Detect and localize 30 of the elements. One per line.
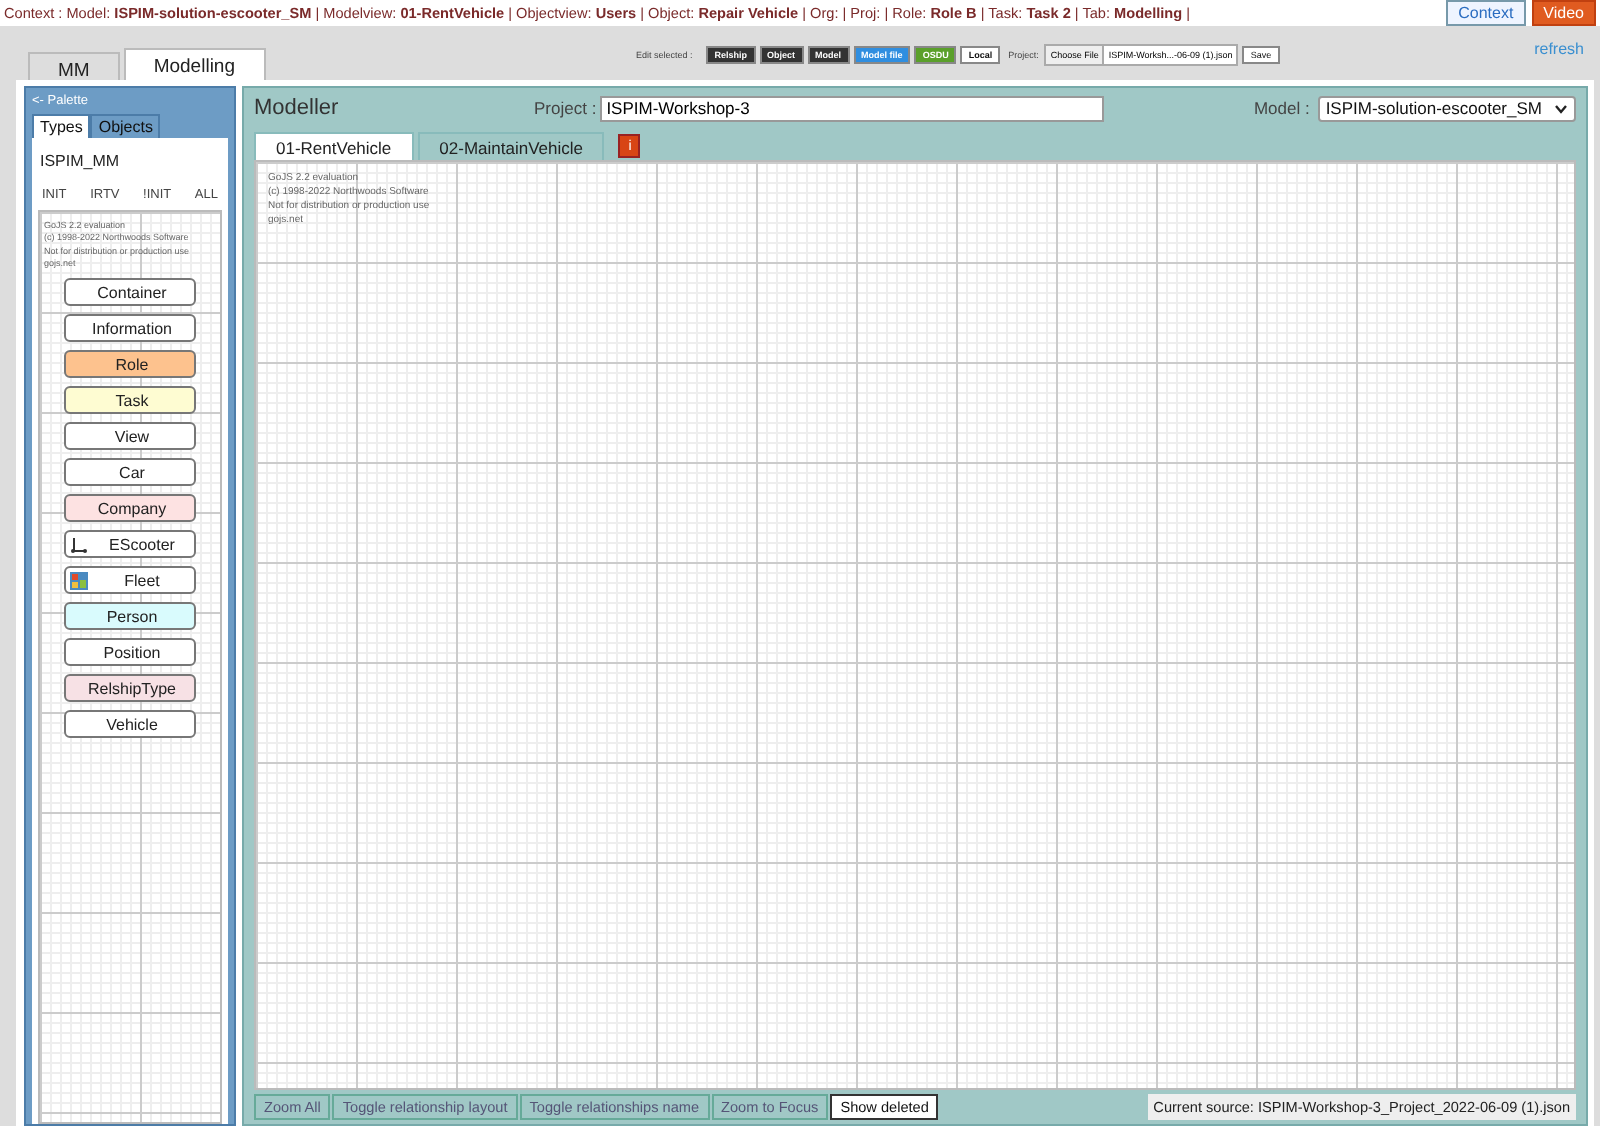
palette-node[interactable]: Car: [64, 458, 196, 487]
palette-node[interactable]: Information: [64, 314, 196, 343]
header-button[interactable]: Context: [1446, 0, 1526, 26]
palette-node[interactable]: Person: [64, 602, 196, 631]
palette-node[interactable]: Task: [64, 386, 196, 415]
project-field[interactable]: ISPIM-Workshop-3: [600, 95, 1105, 121]
header-button[interactable]: Video: [1531, 0, 1596, 26]
palette-tab[interactable]: Objects: [90, 114, 161, 138]
palette-node[interactable]: RelshipType: [64, 674, 196, 703]
project-label: Project :: [534, 98, 597, 118]
chevron-down-icon: [1554, 103, 1568, 113]
palette-node[interactable]: View: [64, 422, 196, 451]
model-label: Model :: [1253, 98, 1310, 118]
model-select[interactable]: ISPIM-solution-escooter_SM: [1317, 95, 1576, 121]
palette-node[interactable]: EScooter: [64, 530, 196, 559]
modelview-tab[interactable]: 02-MaintainVehicle: [417, 132, 605, 160]
palette-node[interactable]: Position: [64, 638, 196, 667]
palette-node[interactable]: Fleet: [64, 566, 196, 595]
palette-tab[interactable]: Types: [32, 114, 91, 138]
scooter-icon: [70, 535, 88, 554]
modeller-title: Modeller: [254, 96, 341, 120]
palette-node[interactable]: Company: [64, 494, 196, 523]
palette-node[interactable]: Vehicle: [64, 710, 196, 739]
tab[interactable]: MM: [28, 52, 120, 80]
modelview-tab[interactable]: 01-RentVehicle: [254, 132, 414, 160]
palette-node[interactable]: Container: [64, 278, 196, 307]
palette-node[interactable]: Role: [64, 350, 196, 379]
metamodel-name: ISPIM_MM: [38, 150, 122, 174]
map-icon: [70, 571, 88, 590]
tab[interactable]: Modelling: [123, 48, 265, 80]
